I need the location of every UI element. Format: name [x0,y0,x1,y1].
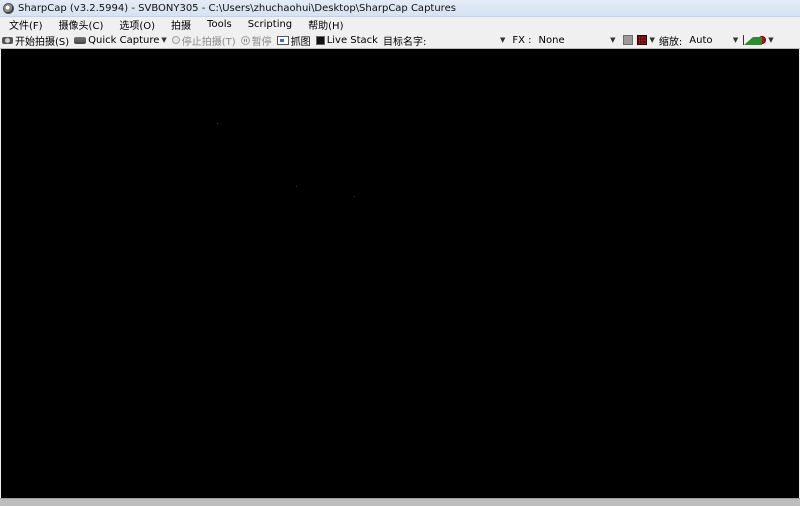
pause-icon [240,35,250,45]
snapshot-button[interactable]: 抓图 [276,33,311,48]
menu-help[interactable]: 帮助(H) [302,17,349,32]
chevron-down-icon: ▼ [499,36,506,44]
stop-capture-button[interactable]: 停止拍摄(T) [171,33,236,48]
fx-value: None [538,34,565,46]
zoom-value: Auto [689,34,713,46]
stop-icon [171,36,180,44]
menu-capture[interactable]: 拍摄 [165,17,197,32]
stop-capture-label: 停止拍摄(T) [181,36,236,48]
preview-speck [217,123,218,124]
menu-tools[interactable]: Tools [201,19,238,30]
target-name-label: 目标名字: [382,36,427,48]
chevron-down-icon: ▼ [732,36,739,44]
menu-options[interactable]: 选项(O) [113,17,161,32]
chevron-down-icon: ▼ [610,36,616,44]
quick-capture-icon [74,36,87,44]
live-stack-icon [315,35,325,45]
gray-swatch-button[interactable] [622,35,633,45]
quick-capture-label: Quick Capture [88,34,160,46]
title-bar: SharpCap (v3.2.5994) - SVBONY305 - C:\Us… [0,0,800,17]
snapshot-icon [276,35,289,45]
preview-speck [354,196,355,197]
target-name-dropdown[interactable]: ▼ [428,33,509,47]
app-icon[interactable] [3,2,14,14]
chevron-down-icon[interactable]: ▼ [161,36,166,44]
snapshot-label: 抓图 [290,36,311,48]
chevron-down-icon[interactable]: ▼ [768,36,773,44]
window-title: SharpCap (v3.2.5994) - SVBONY305 - C:\Us… [18,2,456,14]
pause-label: 暂停 [251,36,272,48]
live-stack-label: Live Stack [326,34,378,46]
zoom-dropdown[interactable]: Auto ▼ [685,33,742,47]
quick-capture-button[interactable]: Quick Capture ▼ [74,35,167,46]
histogram-icon[interactable] [743,35,763,45]
red-swatch-button[interactable] [636,35,647,45]
menu-scripting[interactable]: Scripting [242,19,298,30]
preview-speck [296,186,297,187]
menu-file[interactable]: 文件(F) [3,17,49,32]
chevron-down-icon[interactable]: ▼ [650,36,655,44]
zoom-label: 缩放: [658,36,683,48]
pause-button[interactable]: 暂停 [240,33,272,48]
menu-camera[interactable]: 摄像头(C) [53,17,110,32]
start-capture-button[interactable]: 开始拍摄(S) [2,33,69,48]
live-stack-button[interactable]: Live Stack [315,34,378,46]
fx-dropdown[interactable]: None ▼ [534,33,619,47]
fx-label: FX : [512,34,532,46]
camera-preview[interactable] [1,49,799,498]
menu-bar: 文件(F) 摄像头(C) 选项(O) 拍摄 Tools Scripting 帮助… [0,17,800,32]
start-capture-label: 开始拍摄(S) [15,36,70,48]
camera-icon [2,36,13,44]
toolbar: 开始拍摄(S) Quick Capture ▼ 停止拍摄(T) 暂停 抓图 Li… [0,32,800,49]
